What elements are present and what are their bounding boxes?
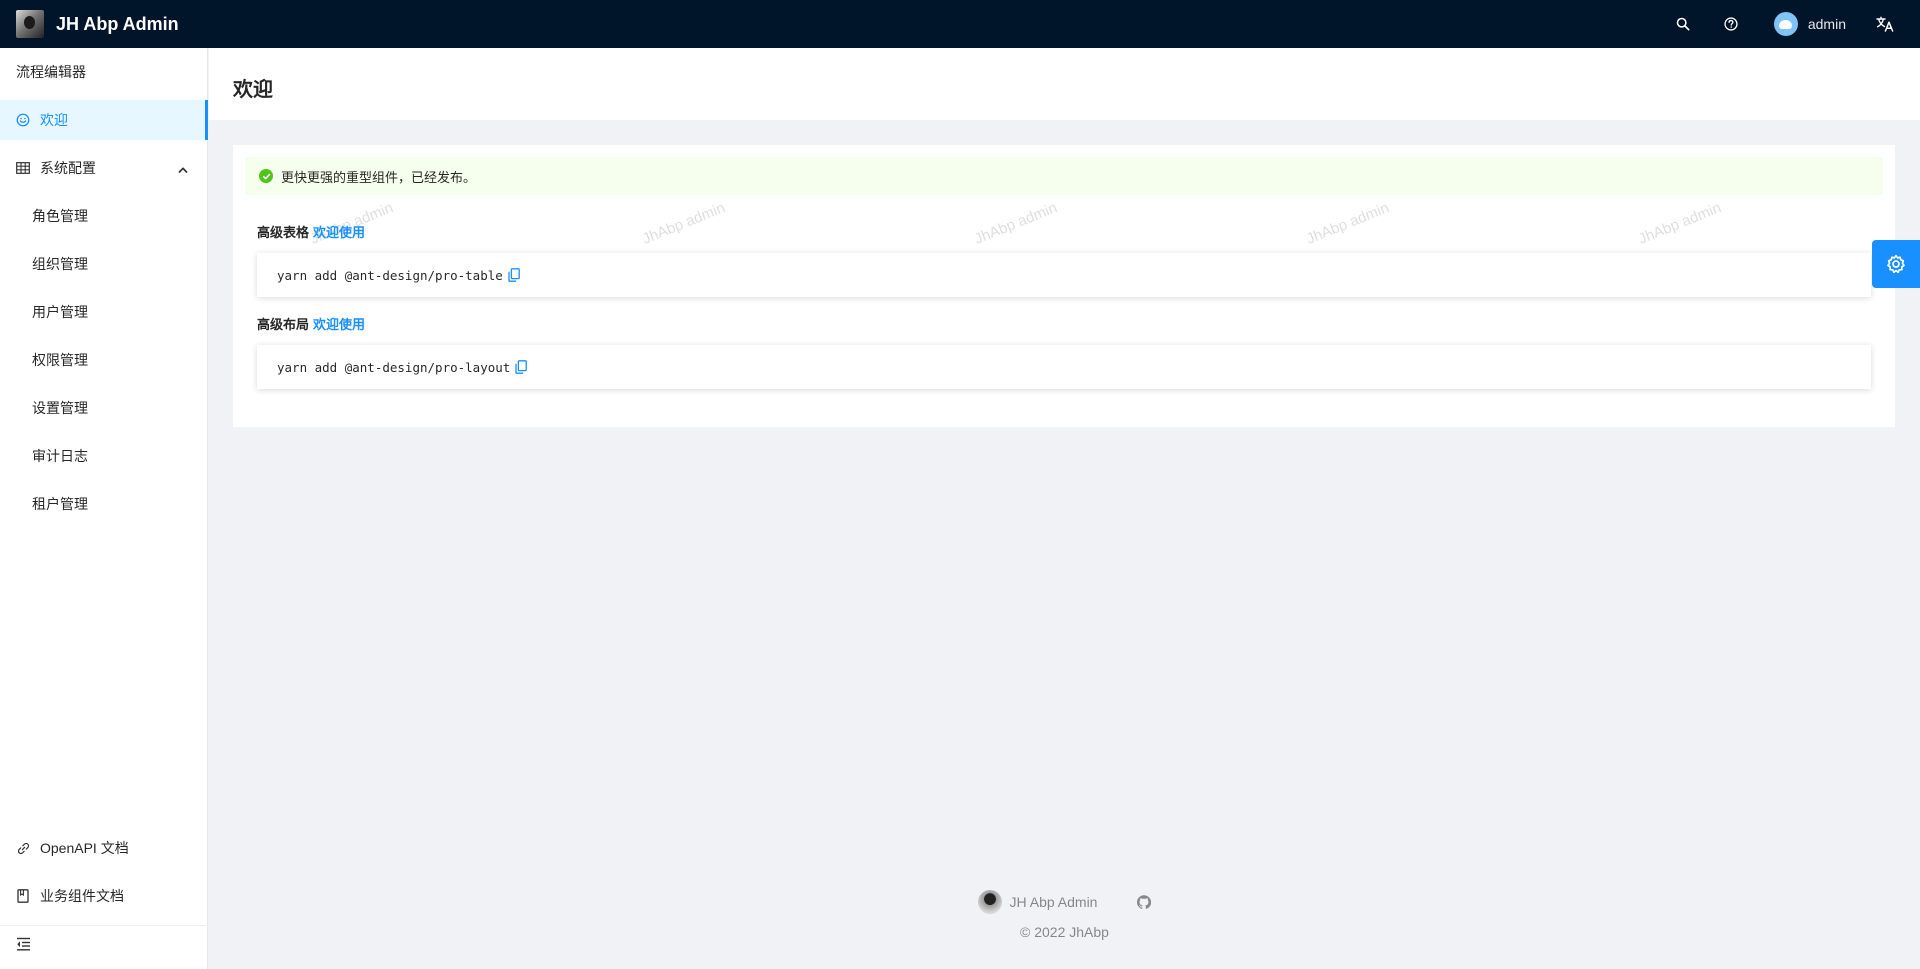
question-circle-icon (1724, 17, 1738, 31)
code-command: yarn add @ant-design/pro-layout (277, 359, 511, 375)
copy-icon[interactable] (515, 360, 528, 374)
footer-copyright: © 2022 JhAbp (209, 924, 1920, 940)
check-circle-icon (259, 169, 273, 183)
logo-link[interactable]: JH Abp Admin (0, 0, 179, 48)
chevron-up-icon (178, 162, 188, 178)
user-avatar (1773, 12, 1798, 36)
sidebar-item-label: 欢迎 (40, 112, 68, 128)
watermark: JhAbp admin (1636, 199, 1724, 248)
code-block-pro-layout: yarn add @ant-design/pro-layout (257, 345, 1871, 389)
smile-icon (16, 113, 30, 127)
sidebar-item-label: 权限管理 (32, 352, 88, 368)
sidebar-item-users[interactable]: 用户管理 (0, 292, 208, 332)
settings-drawer-button[interactable] (1872, 240, 1920, 288)
sidebar-item-label: 组织管理 (32, 256, 88, 272)
github-link[interactable] (1137, 895, 1152, 909)
sidebar-item-system-config[interactable]: 系统配置 (0, 148, 208, 188)
watermark: JhAbp admin (640, 199, 728, 248)
copy-icon[interactable] (508, 268, 520, 282)
sidebar-item-roles[interactable]: 角色管理 (0, 196, 208, 236)
menu-fold-icon (17, 937, 30, 951)
sidebar-link-business-docs[interactable]: 业务组件文档 (0, 876, 208, 916)
section-title: 高级布局 (257, 317, 310, 332)
footer: JH Abp Admin © 2022 JhAbp (209, 880, 1920, 960)
page-title: 欢迎 (233, 79, 273, 101)
sidebar-item-label: 系统配置 (40, 160, 96, 176)
app-title: JH Abp Admin (56, 13, 179, 34)
copyright-icon: © (1020, 924, 1031, 940)
logo-avatar (16, 10, 44, 38)
welcome-link-pro-layout[interactable]: 欢迎使用 (313, 317, 365, 332)
section-title: 高级表格 (257, 225, 310, 240)
sidebar-item-flow-editor[interactable]: 流程编辑器 (0, 52, 208, 92)
search-icon (1676, 17, 1690, 31)
alert-message: 更快更强的重型组件，已经发布。 (281, 169, 477, 185)
sidebar-item-welcome[interactable]: 欢迎 (0, 100, 208, 140)
sidebar-item-settings[interactable]: 设置管理 (0, 388, 208, 428)
section-pro-layout-label: 高级布局 欢迎使用 (257, 314, 365, 333)
sidebar-divider (0, 925, 208, 926)
sidebar-item-organization[interactable]: 组织管理 (0, 244, 208, 284)
code-block-pro-table: yarn add @ant-design/pro-table (257, 253, 1871, 297)
sidebar-item-label: 租户管理 (32, 496, 88, 512)
footer-avatar (977, 890, 1002, 914)
section-pro-table-label: 高级表格 欢迎使用 (257, 222, 365, 241)
sidebar-item-label: 审计日志 (32, 448, 88, 464)
user-name: admin (1807, 16, 1846, 32)
sidebar-link-openapi[interactable]: OpenAPI 文档 (0, 828, 208, 868)
sidebar-item-audit-log[interactable]: 审计日志 (0, 436, 208, 476)
sidebar: 流程编辑器 欢迎 系统配置 角色管理 组织管理 用户管理 权限管理 设置管理 审… (0, 48, 208, 969)
gear-icon (1887, 254, 1905, 274)
link-icon (16, 841, 30, 855)
sidebar-item-label: 用户管理 (32, 304, 88, 320)
sidebar-link-label: OpenAPI 文档 (40, 840, 129, 856)
book-icon (16, 889, 30, 903)
watermark: JhAbp admin (1304, 199, 1392, 248)
footer-app-link[interactable]: JH Abp Admin (1010, 894, 1098, 910)
language-switch-button[interactable] (1858, 0, 1920, 48)
sidebar-item-tenants[interactable]: 租户管理 (0, 484, 208, 524)
sidebar-item-label: 角色管理 (32, 208, 88, 224)
footer-links: JH Abp Admin (209, 890, 1920, 914)
welcome-card: 更快更强的重型组件，已经发布。 JhAbp admin JhAbp admin … (233, 145, 1895, 427)
top-header: JH Abp Admin admin (0, 0, 1920, 48)
welcome-link-pro-table[interactable]: 欢迎使用 (313, 225, 365, 240)
header-actions: admin (1664, 0, 1920, 48)
page-header: 欢迎 (209, 48, 1920, 120)
sidebar-link-label: 业务组件文档 (40, 888, 124, 904)
header-help-button[interactable] (1712, 0, 1762, 48)
watermark: JhAbp admin (972, 199, 1060, 248)
header-search-button[interactable] (1664, 0, 1712, 48)
sidebar-item-permissions[interactable]: 权限管理 (0, 340, 208, 380)
sidebar-item-label: 流程编辑器 (16, 64, 86, 80)
copyright-text: 2022 JhAbp (1034, 924, 1109, 940)
success-alert: 更快更强的重型组件，已经发布。 (245, 157, 1883, 195)
table-icon (16, 161, 30, 175)
code-command: yarn add @ant-design/pro-table (277, 267, 503, 283)
user-menu[interactable]: admin (1762, 0, 1858, 48)
sidebar-item-label: 设置管理 (32, 400, 88, 416)
github-icon (1137, 895, 1152, 909)
translate-icon (1876, 16, 1894, 32)
menu-collapse-button[interactable] (16, 937, 32, 953)
